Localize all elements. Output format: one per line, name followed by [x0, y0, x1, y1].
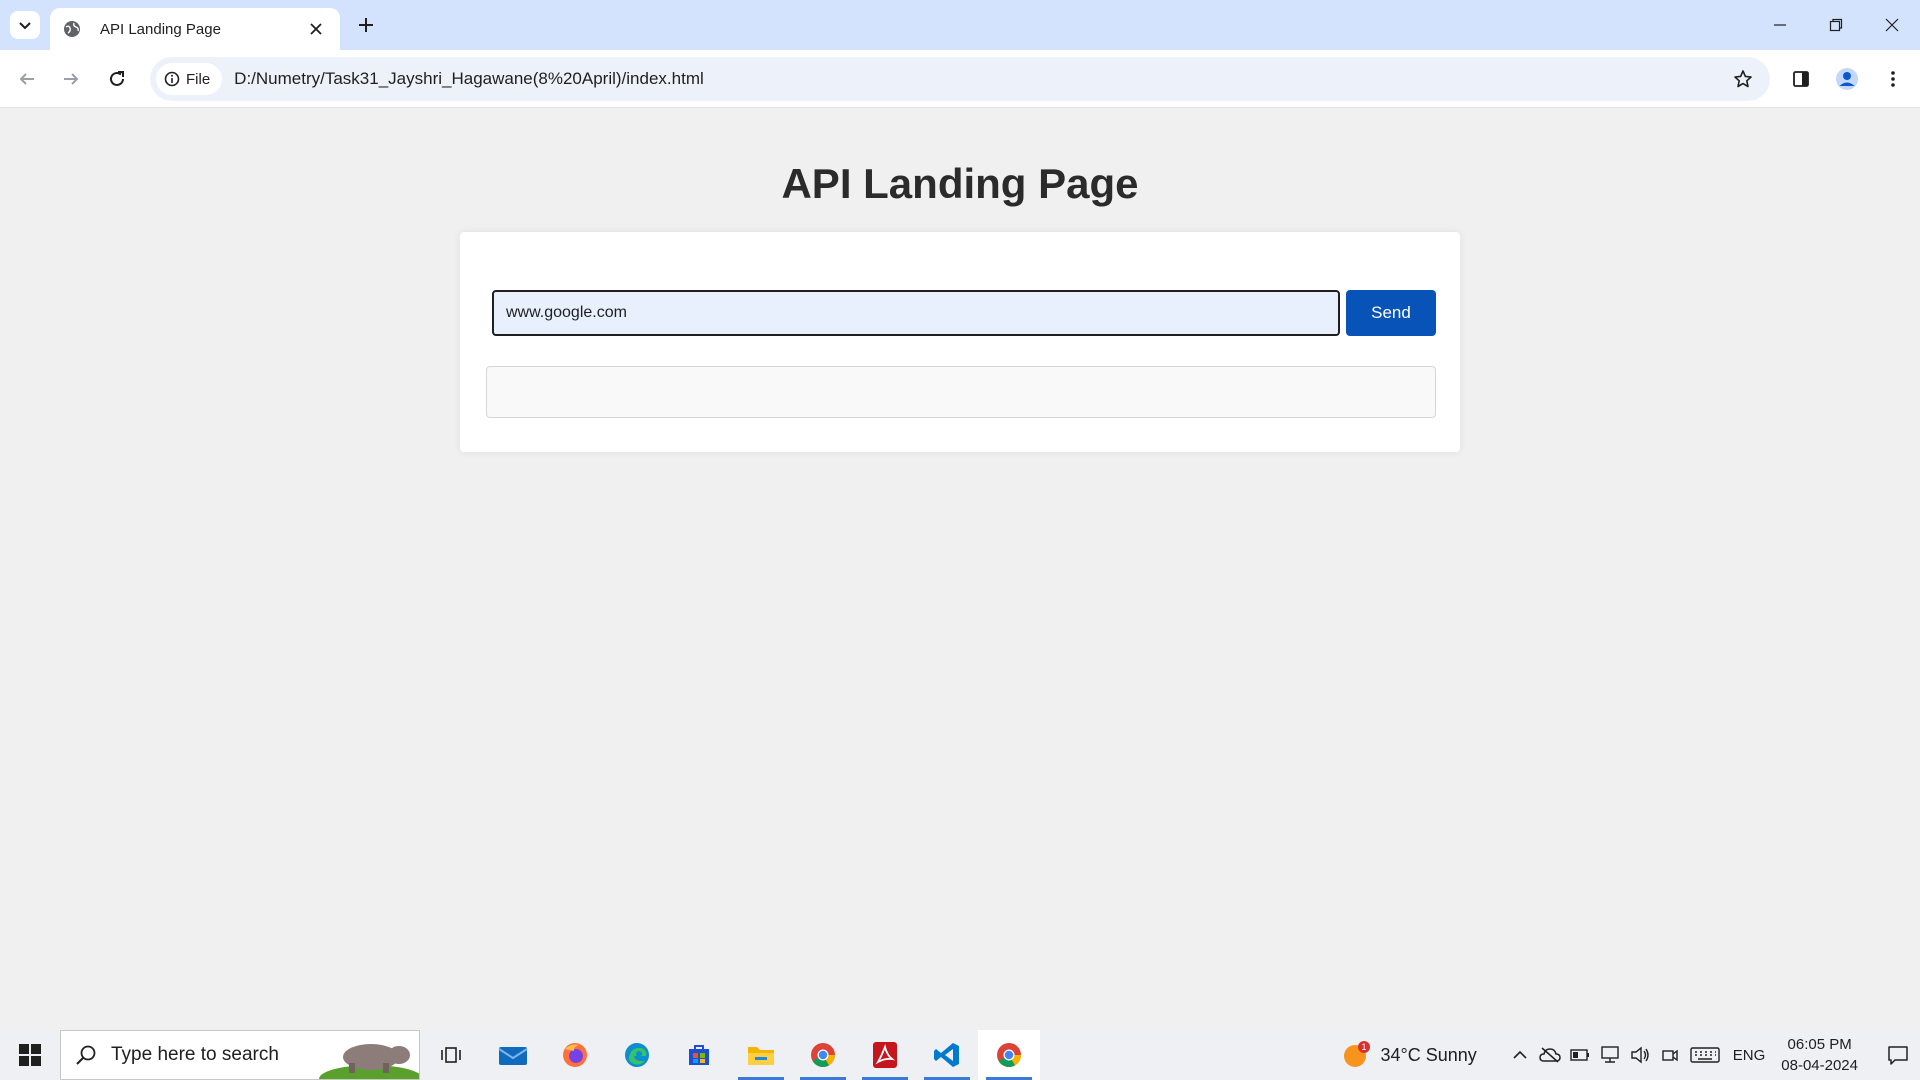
clock-time: 06:05 PM — [1787, 1036, 1852, 1053]
info-icon — [164, 71, 180, 87]
kebab-menu-icon — [1891, 71, 1895, 87]
window-controls — [1752, 0, 1920, 50]
globe-icon — [62, 19, 82, 39]
task-view-icon — [441, 1047, 461, 1063]
mail-icon — [498, 1047, 528, 1065]
minimize-button[interactable] — [1752, 0, 1808, 50]
clock[interactable]: 06:05 PM 08-04-2024 — [1781, 1034, 1858, 1076]
url-text[interactable]: D:/Numetry/Task31_Jayshri_Hagawane(8%20A… — [234, 69, 1726, 89]
acrobat-icon — [873, 1042, 897, 1068]
sun-icon: 1 — [1344, 1041, 1371, 1067]
store-app-button[interactable] — [668, 1030, 730, 1080]
arrow-right-icon — [64, 73, 79, 85]
back-button[interactable] — [10, 62, 44, 96]
vscode-app-button[interactable] — [916, 1030, 978, 1080]
chrome-icon — [811, 1043, 835, 1068]
network-tray-button[interactable] — [1595, 1030, 1625, 1080]
chevron-down-icon — [19, 22, 31, 30]
keyboard-icon — [1690, 1047, 1720, 1063]
network-icon — [1601, 1046, 1619, 1063]
restore-button[interactable] — [1808, 0, 1864, 50]
edge-app-button[interactable] — [606, 1030, 668, 1080]
battery-icon — [1570, 1049, 1589, 1061]
bookmark-button[interactable] — [1726, 62, 1760, 96]
taskbar: Type here to search 1 34°C Sunny ENG 06:… — [0, 1030, 1920, 1080]
meet-now-tray-button[interactable] — [1655, 1030, 1685, 1080]
weather-widget[interactable]: 1 34°C Sunny — [1342, 1040, 1477, 1070]
search-placeholder: Type here to search — [111, 1044, 279, 1065]
chevron-up-icon — [1513, 1050, 1527, 1059]
battery-tray-button[interactable] — [1565, 1030, 1595, 1080]
show-hidden-icons-button[interactable] — [1505, 1030, 1535, 1080]
edge-icon — [625, 1043, 649, 1067]
url-input[interactable] — [492, 290, 1340, 336]
close-window-button[interactable] — [1864, 0, 1920, 50]
camera-icon — [1662, 1049, 1678, 1062]
page-content: API Landing Page Send — [0, 108, 1920, 1030]
forward-button[interactable] — [54, 62, 88, 96]
keyboard-tray-button[interactable] — [1685, 1030, 1725, 1080]
task-view-button[interactable] — [420, 1030, 482, 1080]
weather-badge: 1 — [1362, 1042, 1367, 1052]
send-button[interactable]: Send — [1346, 290, 1436, 336]
new-tab-button[interactable] — [352, 11, 380, 39]
taskbar-search[interactable]: Type here to search — [60, 1030, 420, 1080]
menu-button[interactable] — [1876, 62, 1910, 96]
tab-api-landing-page[interactable]: API Landing Page — [50, 8, 340, 50]
browser-toolbar: File D:/Numetry/Task31_Jayshri_Hagawane(… — [0, 50, 1920, 108]
notifications-button[interactable] — [1876, 1030, 1920, 1080]
restore-icon — [1829, 18, 1843, 32]
windows-logo-icon — [19, 1044, 41, 1066]
close-icon — [1885, 18, 1899, 32]
tab-close-button[interactable] — [304, 17, 328, 41]
folder-icon — [748, 1047, 774, 1065]
avatar-icon — [1836, 68, 1858, 90]
search-icon — [76, 1045, 96, 1065]
reload-button[interactable] — [100, 62, 134, 96]
store-icon — [689, 1045, 709, 1065]
search-highlight-image — [319, 1044, 419, 1079]
firefox-app-button[interactable] — [544, 1030, 606, 1080]
browser-tab-strip: API Landing Page — [0, 0, 1920, 50]
chrome-active-app-button[interactable] — [978, 1030, 1040, 1080]
close-icon — [310, 23, 322, 35]
site-info-chip[interactable]: File — [156, 63, 223, 95]
start-button[interactable] — [0, 1030, 60, 1080]
notification-icon — [1888, 1046, 1908, 1065]
system-tray: 1 34°C Sunny ENG 06:05 PM 08-04-2024 — [1342, 1030, 1920, 1080]
site-info-label: File — [186, 70, 211, 88]
vscode-icon — [934, 1043, 959, 1067]
firefox-icon — [563, 1043, 587, 1067]
page-title: API Landing Page — [781, 160, 1139, 207]
chrome-icon — [997, 1043, 1021, 1068]
reload-icon — [110, 71, 124, 86]
star-icon — [1734, 70, 1752, 88]
mail-app-button[interactable] — [482, 1030, 544, 1080]
side-panel-button[interactable] — [1784, 62, 1818, 96]
input-language[interactable]: ENG — [1733, 1047, 1766, 1064]
clock-date: 08-04-2024 — [1781, 1057, 1858, 1074]
tab-title: API Landing Page — [100, 20, 221, 38]
address-bar[interactable]: File D:/Numetry/Task31_Jayshri_Hagawane(… — [150, 57, 1770, 101]
minimize-icon — [1774, 24, 1786, 26]
file-explorer-app-button[interactable] — [730, 1030, 792, 1080]
response-output — [486, 366, 1436, 418]
volume-tray-button[interactable] — [1625, 1030, 1655, 1080]
request-card: Send — [460, 232, 1460, 452]
weather-text: 34°C Sunny — [1380, 1044, 1477, 1065]
onedrive-tray-button[interactable] — [1535, 1030, 1565, 1080]
chrome-app-button[interactable] — [792, 1030, 854, 1080]
acrobat-app-button[interactable] — [854, 1030, 916, 1080]
cloud-offline-icon — [1538, 1047, 1561, 1063]
side-panel-icon — [1793, 71, 1809, 87]
plus-icon — [359, 18, 373, 32]
speaker-icon — [1631, 1046, 1649, 1064]
profile-button[interactable] — [1830, 62, 1864, 96]
tab-search-button[interactable] — [10, 11, 40, 39]
arrow-left-icon — [19, 73, 34, 85]
